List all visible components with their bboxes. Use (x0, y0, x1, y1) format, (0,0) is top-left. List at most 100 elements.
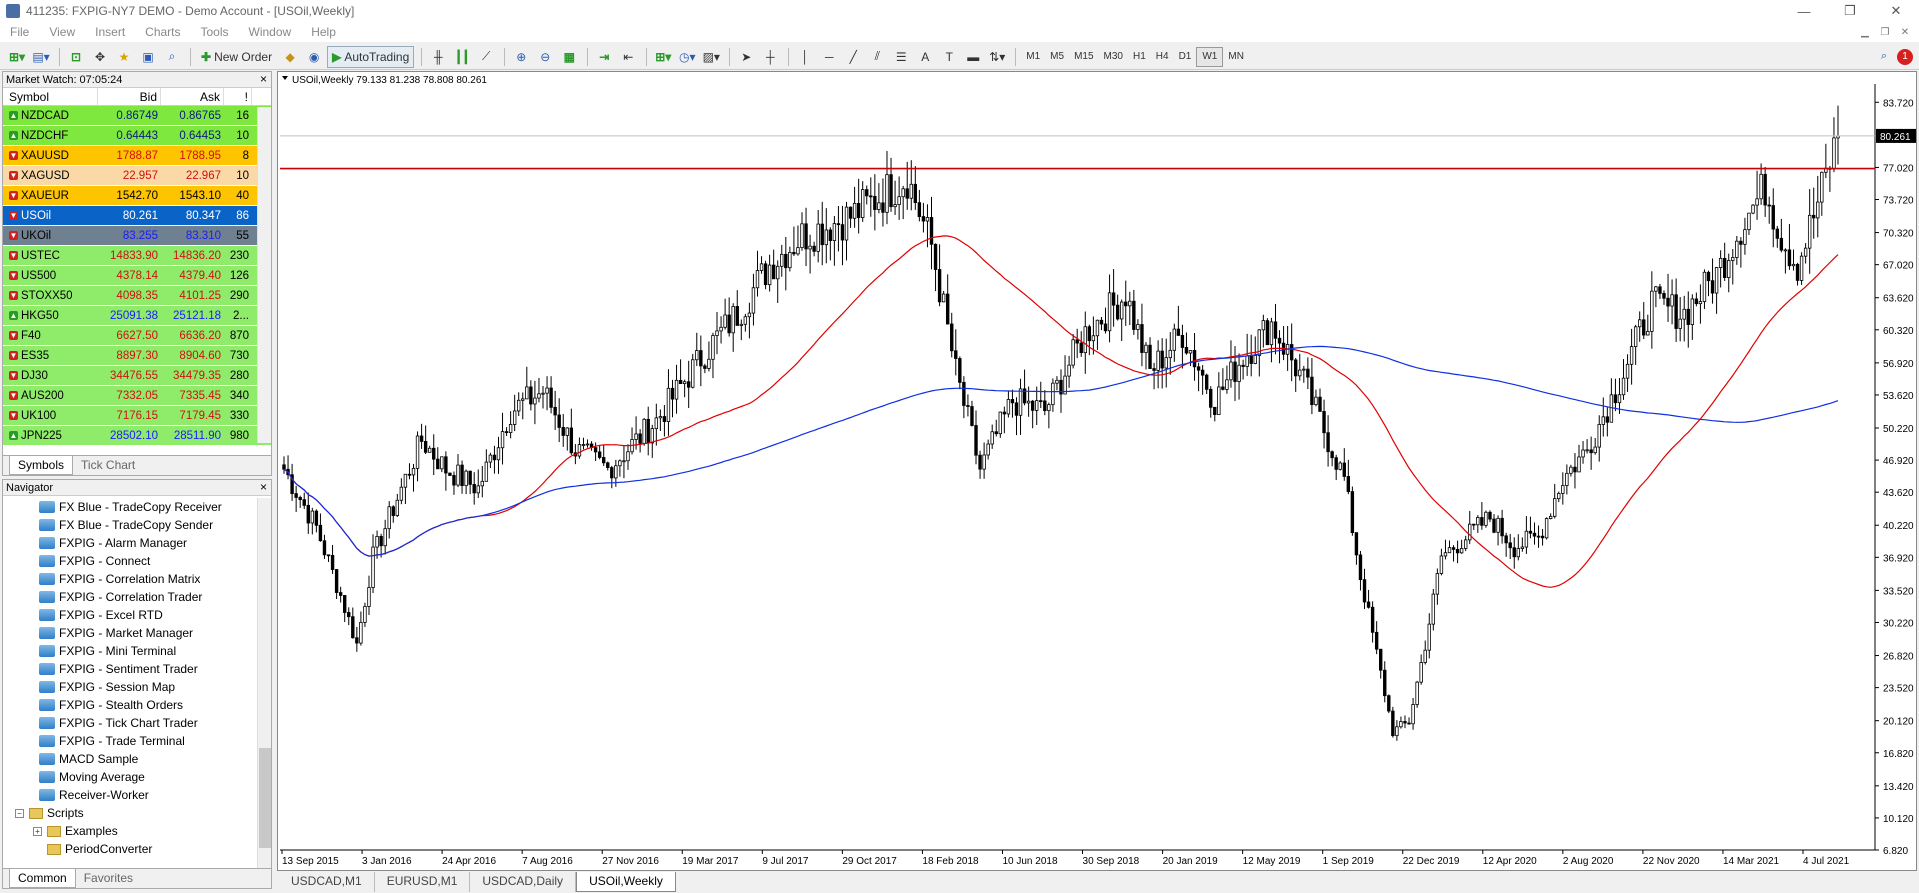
timeframe-w1[interactable]: W1 (1196, 46, 1224, 67)
mdi-close-button[interactable]: ✕ (1897, 24, 1913, 40)
close-button[interactable]: ✕ (1873, 0, 1919, 22)
data-window-icon[interactable]: ✥ (89, 46, 111, 68)
cursor-icon[interactable]: ➤ (735, 46, 757, 68)
timeframe-m5[interactable]: M5 (1045, 47, 1069, 67)
menu-window[interactable]: Window (239, 25, 302, 39)
navigator-scrollbar[interactable] (257, 498, 271, 868)
chart-tab[interactable]: USDCAD,Daily (470, 872, 577, 892)
market-watch-row[interactable]: ▼ XAUEUR 1542.70 1543.10 40 (3, 186, 271, 206)
menu-file[interactable]: File (0, 25, 39, 39)
market-watch-row[interactable]: ▼ USTEC 14833.90 14836.20 230 (3, 246, 271, 266)
market-watch-row[interactable]: ▼ DJ30 34476.55 34479.35 280 (3, 366, 271, 386)
indicators-icon[interactable]: ⊞▾ (652, 46, 674, 68)
text-tool-icon[interactable]: A (914, 46, 936, 68)
chart-shift-icon[interactable]: ⇤ (617, 46, 639, 68)
notification-badge[interactable]: 1 (1897, 48, 1913, 65)
expand-icon[interactable]: + (33, 826, 42, 836)
templates-icon[interactable]: ▨▾ (700, 46, 722, 68)
timeframe-h1[interactable]: H1 (1128, 47, 1151, 67)
tile-windows-icon[interactable]: ▦ (558, 46, 580, 68)
navigator-toggle-icon[interactable]: ★ (113, 46, 135, 68)
market-watch-row[interactable]: ▼ STOXX50 4098.35 4101.25 290 (3, 286, 271, 306)
market-watch-row[interactable]: ▲ NZDCAD 0.86749 0.86765 16 (3, 106, 271, 126)
new-chart-icon[interactable]: ⊞▾ (6, 46, 28, 68)
menu-view[interactable]: View (39, 25, 85, 39)
market-watch-row[interactable]: ▼ US500 4378.14 4379.40 126 (3, 266, 271, 286)
close-icon[interactable]: × (260, 480, 267, 494)
mdi-minimize-button[interactable]: ▁ (1857, 24, 1873, 40)
column-symbol[interactable]: Symbol (3, 88, 98, 105)
strategy-tester-icon[interactable]: ⌕ (161, 46, 183, 68)
timeframe-mn[interactable]: MN (1223, 47, 1249, 67)
timeframe-m15[interactable]: M15 (1069, 47, 1098, 67)
market-watch-row[interactable]: ▲ JPN225 28502.10 28511.90 980 (3, 426, 271, 446)
horizontal-line-icon[interactable]: ─ (818, 46, 840, 68)
tab-tick-chart[interactable]: Tick Chart (73, 456, 143, 475)
mdi-restore-button[interactable]: ❐ (1877, 24, 1893, 40)
terminal-toggle-icon[interactable]: ▣ (137, 46, 159, 68)
timeframe-m1[interactable]: M1 (1021, 47, 1045, 67)
market-watch-row[interactable]: ▼ USOil 80.261 80.347 86 (3, 206, 271, 226)
navigator-item[interactable]: FX Blue - TradeCopy Receiver (3, 498, 257, 516)
auto-scroll-icon[interactable]: ⇥ (593, 46, 615, 68)
menu-help[interactable]: Help (301, 25, 346, 39)
chart-tab[interactable]: USDCAD,M1 (279, 872, 375, 892)
rectangle-icon[interactable]: ▬ (962, 46, 984, 68)
new-order-button[interactable]: ✚ New Order (196, 46, 277, 68)
trendline-icon[interactable]: ╱ (842, 46, 864, 68)
price-chart[interactable]: 83.720 77.020 73.720 70.320 67.020 63.620 60.3… (278, 72, 1918, 872)
market-watch-row[interactable]: ▲ HKG50 25091.38 25121.18 2... (3, 306, 271, 326)
market-watch-row[interactable]: ▼ UK100 7176.15 7179.45 330 (3, 406, 271, 426)
navigator-item[interactable]: FXPIG - Mini Terminal (3, 642, 257, 660)
navigator-item[interactable]: FXPIG - Alarm Manager (3, 534, 257, 552)
market-watch-scrollbar[interactable] (257, 107, 271, 443)
autotrading-button[interactable]: ▶ AutoTrading (327, 45, 415, 68)
timeframe-m30[interactable]: M30 (1099, 47, 1128, 67)
navigator-item[interactable]: FXPIG - Connect (3, 552, 257, 570)
channel-icon[interactable]: ⫽ (866, 46, 888, 68)
navigator-item[interactable]: Receiver-Worker (3, 786, 257, 804)
chart-tab[interactable]: EURUSD,M1 (375, 872, 471, 892)
market-watch-row[interactable]: ▼ XAGUSD 22.957 22.967 10 (3, 166, 271, 186)
navigator-item[interactable]: FXPIG - Trade Terminal (3, 732, 257, 750)
navigator-item[interactable]: FXPIG - Correlation Trader (3, 588, 257, 606)
chart-window[interactable]: 83.720 77.020 73.720 70.320 67.020 63.620 60.3… (277, 71, 1917, 871)
chart-tab-active[interactable]: USOil,Weekly (576, 872, 676, 892)
column-ask[interactable]: Ask (161, 88, 224, 105)
signals-icon[interactable]: ◉ (303, 46, 325, 68)
close-icon[interactable]: × (260, 72, 267, 86)
crosshair-icon[interactable]: ┼ (759, 46, 781, 68)
minimize-button[interactable]: — (1781, 0, 1827, 22)
navigator-item[interactable]: − Scripts (3, 804, 257, 822)
navigator-item[interactable]: FXPIG - Excel RTD (3, 606, 257, 624)
vertical-line-icon[interactable]: │ (794, 46, 816, 68)
tab-favorites[interactable]: Favorites (76, 869, 141, 888)
navigator-item[interactable]: FX Blue - TradeCopy Sender (3, 516, 257, 534)
navigator-item[interactable]: FXPIG - Stealth Orders (3, 696, 257, 714)
metaeditor-icon[interactable]: ◆ (279, 46, 301, 68)
navigator-item[interactable]: FXPIG - Market Manager (3, 624, 257, 642)
maximize-button[interactable]: ❐ (1827, 0, 1873, 22)
navigator-item[interactable]: FXPIG - Tick Chart Trader (3, 714, 257, 732)
zoom-in-icon[interactable]: ⊕ (510, 46, 532, 68)
menu-tools[interactable]: Tools (191, 25, 239, 39)
candlestick-chart-icon[interactable]: ┃┃ (451, 46, 473, 68)
navigator-item[interactable]: + Examples (3, 822, 257, 840)
market-watch-row[interactable]: ▼ XAUUSD 1788.87 1788.95 8 (3, 146, 271, 166)
navigator-item[interactable]: FXPIG - Session Map (3, 678, 257, 696)
search-icon[interactable]: ⌕ (1881, 50, 1887, 63)
market-watch-row[interactable]: ▼ ES35 8897.30 8904.60 730 (3, 346, 271, 366)
navigator-item[interactable]: MACD Sample (3, 750, 257, 768)
timeframe-d1[interactable]: D1 (1174, 47, 1197, 67)
periods-icon[interactable]: ◷▾ (676, 46, 698, 68)
text-label-icon[interactable]: T (938, 46, 960, 68)
menu-charts[interactable]: Charts (135, 25, 190, 39)
navigator-item[interactable]: PeriodConverter (3, 840, 257, 858)
navigator-item[interactable]: FXPIG - Sentiment Trader (3, 660, 257, 678)
fibonacci-icon[interactable]: ☰ (890, 46, 912, 68)
market-watch-toggle-icon[interactable]: ⊡ (65, 46, 87, 68)
bar-chart-icon[interactable]: ╫ (427, 46, 449, 68)
timeframe-h4[interactable]: H4 (1151, 47, 1174, 67)
menu-insert[interactable]: Insert (85, 25, 135, 39)
market-watch-row[interactable]: ▼ UKOil 83.255 83.310 55 (3, 226, 271, 246)
